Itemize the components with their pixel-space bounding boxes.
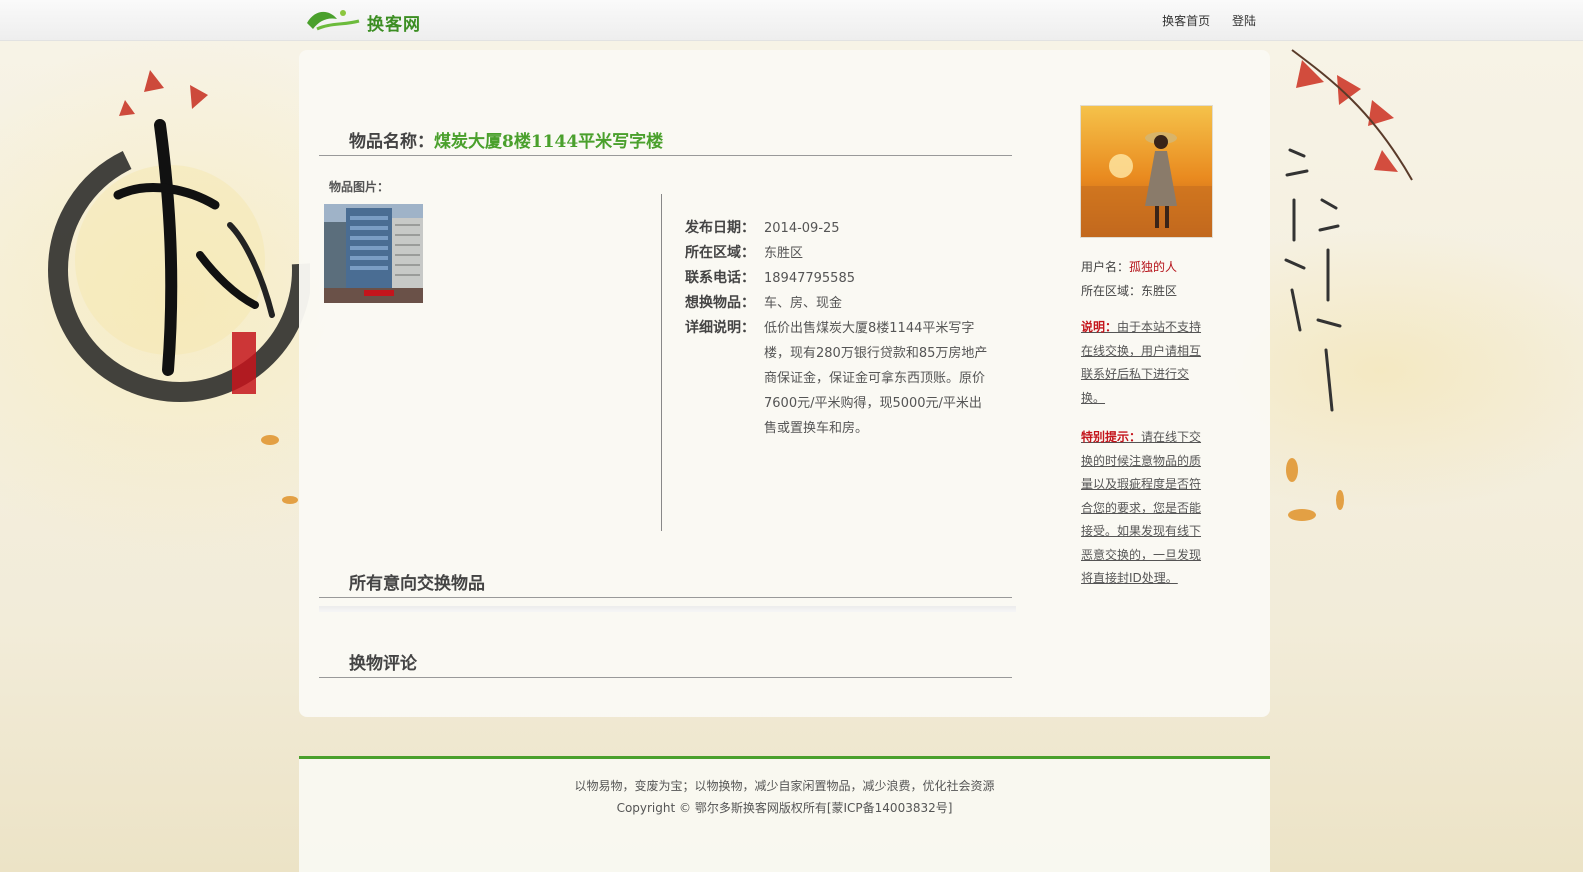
info-value: 东胜区 (764, 246, 804, 261)
username-row: 用户名：孤独的人 (1081, 255, 1177, 279)
site-logo[interactable]: 换客网 (303, 3, 433, 35)
site-notice: 说明：由于本站不支持在线交换，用户请相互联系好后私下进行交换。 (1081, 316, 1209, 410)
item-picture-label: 物品图片： (329, 180, 390, 194)
info-value: 低价出售煤炭大厦8楼1144平米写字楼，现有280万银行贷款和85万房地产商保证… (764, 321, 988, 436)
info-value: 18947795585 (764, 271, 855, 286)
info-key: 所在区域： (685, 245, 755, 261)
top-navigation-bar: 换客网 换客首页 登陆 (0, 0, 1583, 41)
intended-items-list (319, 606, 1016, 612)
info-key: 详细说明： (685, 320, 755, 336)
item-name-label: 物品名称： (349, 132, 434, 152)
item-name-value: 煤炭大厦8楼1144平米写字楼 (434, 132, 664, 152)
info-row-date: 发布日期： 2014-09-25 (685, 216, 1005, 241)
user-region-label: 所在区域： (1081, 284, 1142, 298)
home-link[interactable]: 换客首页 (1162, 14, 1210, 28)
item-detail-panel: 物品名称：煤炭大厦8楼1144平米写字楼 物品图片： 发布日期： 2014-09… (299, 50, 1270, 717)
tip-heading: 特别提示： (1081, 430, 1142, 444)
info-row-wanted: 想换物品： 车、房、现金 (685, 291, 1005, 316)
info-key: 联系电话： (685, 270, 755, 286)
user-info: 用户名：孤独的人 所在区域：东胜区 (1081, 255, 1177, 303)
info-row-phone: 联系电话： 18947795585 (685, 266, 1005, 291)
username-label: 用户名： (1081, 260, 1130, 274)
logo-text: 换客网 (367, 15, 421, 35)
user-region-row: 所在区域：东胜区 (1081, 279, 1177, 303)
footer-copyright: Copyright © 鄂尔多斯换客网版权所有[蒙ICP备14003832号] (616, 801, 953, 815)
item-name-heading: 物品名称：煤炭大厦8楼1144平米写字楼 (319, 127, 1012, 156)
notice-heading: 说明： (1081, 320, 1118, 334)
info-row-description: 详细说明： 低价出售煤炭大厦8楼1144平米写字楼，现有280万银行贷款和85万… (685, 316, 1005, 441)
item-thumbnail-image[interactable] (324, 204, 423, 303)
user-region-value: 东胜区 (1141, 284, 1178, 298)
login-link[interactable]: 登陆 (1232, 14, 1256, 28)
item-info-list: 发布日期： 2014-09-25 所在区域： 东胜区 联系电话： 1894779… (685, 216, 1005, 441)
leaf-logo-icon (307, 10, 360, 31)
comments-heading: 换物评论 (319, 649, 1012, 678)
info-key: 想换物品： (685, 295, 755, 311)
all-intended-items-heading: 所有意向交换物品 (319, 569, 1012, 598)
footer-slogan: 以物易物，变废为宝；以物换物，减少自家闲置物品，减少浪费，优化社会资源 (574, 779, 995, 793)
mid-autumn-ink-art (48, 70, 310, 504)
header-links: 换客首页 登陆 (1144, 12, 1256, 29)
tip-text: 请在线下交换的时候注意物品的质量以及瑕疵程度是否符合您的要求，您是否能接受。如果… (1081, 430, 1202, 585)
footer: 以物易物，变废为宝；以物换物，减少自家闲置物品，减少浪费，优化社会资源 Copy… (299, 759, 1270, 872)
info-value: 2014-09-25 (764, 221, 840, 236)
special-tip: 特别提示：请在线下交换的时候注意物品的质量以及瑕疵程度是否符合您的要求，您是否能… (1081, 426, 1209, 591)
maple-calligraphy-art (1284, 49, 1413, 521)
user-avatar[interactable] (1080, 105, 1213, 238)
info-key: 发布日期： (685, 220, 755, 236)
username-value[interactable]: 孤独的人 (1129, 260, 1177, 274)
column-divider (661, 194, 662, 531)
info-value: 车、房、现金 (764, 296, 843, 311)
info-row-region: 所在区域： 东胜区 (685, 241, 1005, 266)
